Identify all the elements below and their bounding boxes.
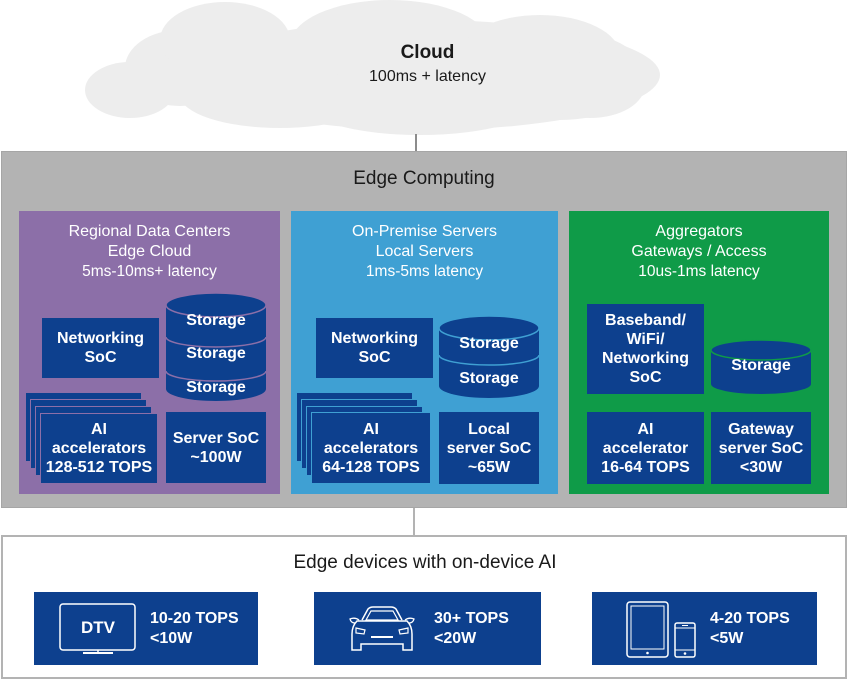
car-icon: [349, 606, 415, 651]
gateway-server-soc-block: Gateway server SoC <30W: [711, 412, 811, 484]
tier-subtitle: Edge Cloud: [107, 243, 192, 260]
device-tablet-phone: 4-20 TOPS <5W: [592, 592, 817, 665]
networking-soc-block: Networking SoC: [316, 318, 433, 378]
block-line: Gateway: [728, 420, 794, 438]
tier-latency: 5ms-10ms+ latency: [82, 263, 217, 280]
block-line: 128-512 TOPS: [45, 459, 153, 476]
device-power: <10W: [150, 630, 193, 647]
block-line: Local: [468, 420, 510, 438]
tier-title: Regional Data Centers: [68, 223, 231, 240]
tier-heading: Regional Data Centers Edge Cloud 5ms-10m…: [19, 222, 280, 282]
device-car: 30+ TOPS <20W: [314, 592, 541, 665]
block-line: ~65W: [467, 458, 511, 476]
block-line: ~100W: [190, 448, 242, 466]
device-tops: 10-20 TOPS: [150, 610, 239, 627]
tier-on-premise: On-Premise Servers Local Servers 1ms-5ms…: [291, 211, 558, 494]
block-line: AI: [637, 420, 654, 438]
storage-label: Storage: [459, 335, 519, 352]
block-line: Networking: [330, 330, 419, 347]
block-line: WiFi/: [626, 331, 665, 348]
storage-label: Storage: [186, 345, 246, 362]
block-line: 16-64 TOPS: [601, 458, 690, 476]
device-tops: 30+ TOPS: [434, 610, 509, 627]
edge-computing-title: Edge Computing: [353, 168, 495, 189]
tablet-phone-icon: [626, 601, 696, 658]
cloud-latency: 100ms + latency: [369, 68, 486, 85]
storage-label: Storage: [186, 312, 246, 329]
server-soc-block: Local server SoC ~65W: [439, 412, 539, 484]
block-line: server SoC: [718, 439, 804, 457]
block-line: Networking: [601, 350, 690, 367]
cloud-connector-line: [415, 134, 417, 152]
block-line: accelerator: [602, 439, 689, 457]
block-line: AI: [91, 421, 107, 438]
block-line: SoC: [84, 349, 117, 366]
device-power: <5W: [710, 630, 744, 647]
tier-latency: 1ms-5ms latency: [365, 263, 484, 280]
baseband-networking-soc-block: Baseband/ WiFi/ Networking SoC: [587, 304, 704, 394]
edge-devices-title: Edge devices with on-device AI: [293, 552, 557, 573]
tier-title: Aggregators: [655, 223, 743, 240]
block-line: accelerators: [51, 440, 147, 457]
cloud-title: Cloud: [400, 42, 455, 63]
ai-accelerators-block: AI accelerators 64-128 TOPS: [311, 412, 431, 484]
block-line: server SoC: [446, 439, 532, 457]
block-line: Networking: [56, 330, 145, 347]
edge-connector-line: [413, 508, 415, 536]
tier-subtitle: Gateways / Access: [631, 243, 767, 260]
tier-subtitle: Local Servers: [375, 243, 474, 260]
storage-label: Storage: [186, 379, 246, 396]
tier-heading: On-Premise Servers Local Servers 1ms-5ms…: [291, 222, 558, 282]
storage-label: Storage: [459, 370, 519, 387]
block-line: accelerators: [323, 439, 419, 457]
block-line: SoC: [629, 369, 662, 386]
ai-accelerators-block: AI accelerators 128-512 TOPS: [40, 413, 158, 484]
block-line: Baseband/: [605, 312, 686, 329]
storage-label: Storage: [731, 357, 791, 374]
block-line: 64-128 TOPS: [322, 458, 420, 476]
block-line: Server SoC: [172, 429, 260, 447]
tier-latency: 10us-1ms latency: [638, 263, 760, 280]
ai-accelerator-block: AI accelerator 16-64 TOPS: [587, 412, 704, 484]
block-line: <30W: [739, 458, 783, 476]
device-tops: 4-20 TOPS: [710, 610, 790, 627]
device-power: <20W: [434, 630, 477, 647]
device-dtv: DTV 10-20 TOPS <10W: [34, 592, 258, 665]
tier-title: On-Premise Servers: [352, 223, 497, 240]
server-soc-block: Server SoC ~100W: [166, 412, 266, 483]
tv-icon-label: DTV: [81, 618, 115, 637]
tier-regional: Regional Data Centers Edge Cloud 5ms-10m…: [19, 211, 280, 494]
block-line: AI: [363, 420, 379, 438]
block-line: SoC: [358, 349, 391, 366]
tier-aggregators: Aggregators Gateways / Access 10us-1ms l…: [569, 211, 829, 494]
networking-soc-block: Networking SoC: [42, 318, 159, 378]
tier-heading: Aggregators Gateways / Access 10us-1ms l…: [569, 222, 829, 282]
